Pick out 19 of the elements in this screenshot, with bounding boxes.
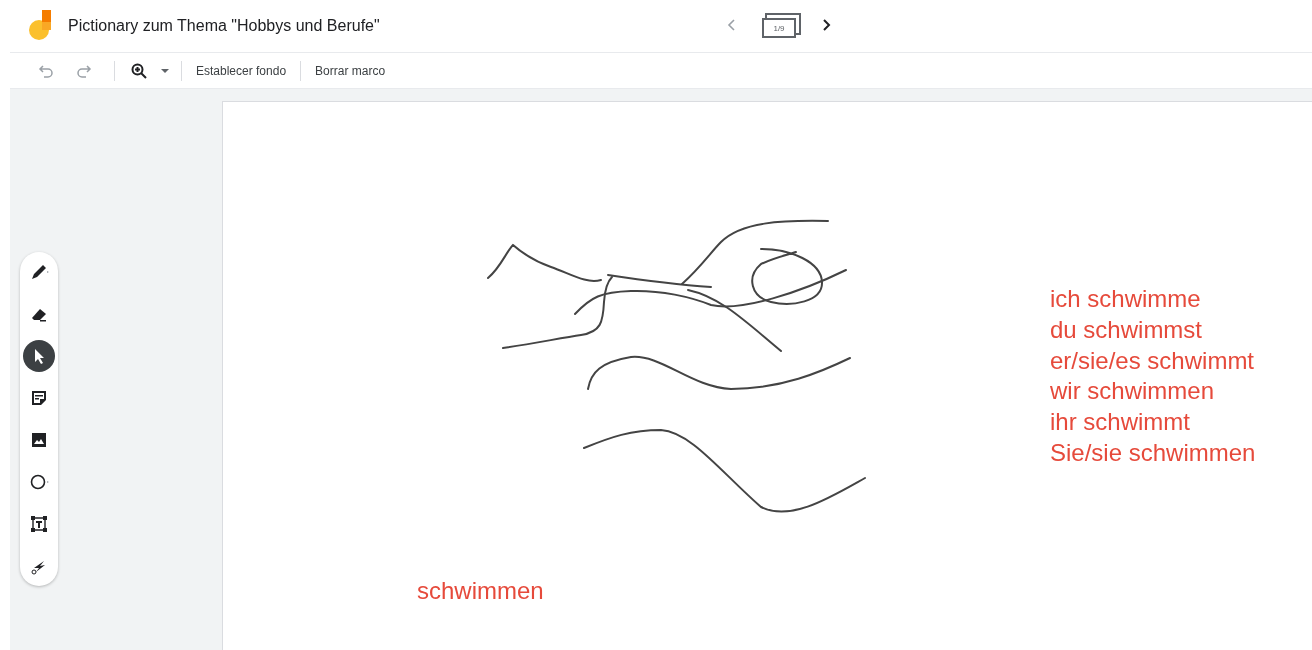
select-tool-button[interactable]: [23, 340, 55, 372]
canvas-text: Sie/sie schwimmen: [1050, 438, 1256, 468]
canvas-text: er/sie/es schwimmt: [1050, 345, 1255, 376]
document-title: Pictionary zum Thema "Hobbys und Berufe": [68, 17, 380, 35]
dropdown-caret-icon[interactable]: [161, 68, 169, 73]
canvas-text: ich schwimme: [1050, 284, 1201, 314]
chevron-left-icon: [726, 19, 738, 31]
canvas-text: du schwimmst: [1050, 314, 1203, 345]
canvas-text: schwimmen: [417, 576, 544, 606]
canvas-text: ihr schwimmt: [1050, 407, 1190, 438]
canvas-text: wir schwimmen: [1050, 376, 1214, 407]
toolbar-button[interactable]: Borrar marco: [307, 59, 394, 82]
undo-icon[interactable]: [38, 63, 54, 78]
zoom-icon[interactable]: [131, 62, 147, 79]
redo-icon[interactable]: [76, 63, 92, 78]
app-logo-icon: [28, 10, 52, 42]
toolbar-button[interactable]: Establecer fondo: [188, 59, 295, 82]
chevron-right-icon: [820, 19, 832, 31]
text-box-icon: [28, 513, 50, 535]
